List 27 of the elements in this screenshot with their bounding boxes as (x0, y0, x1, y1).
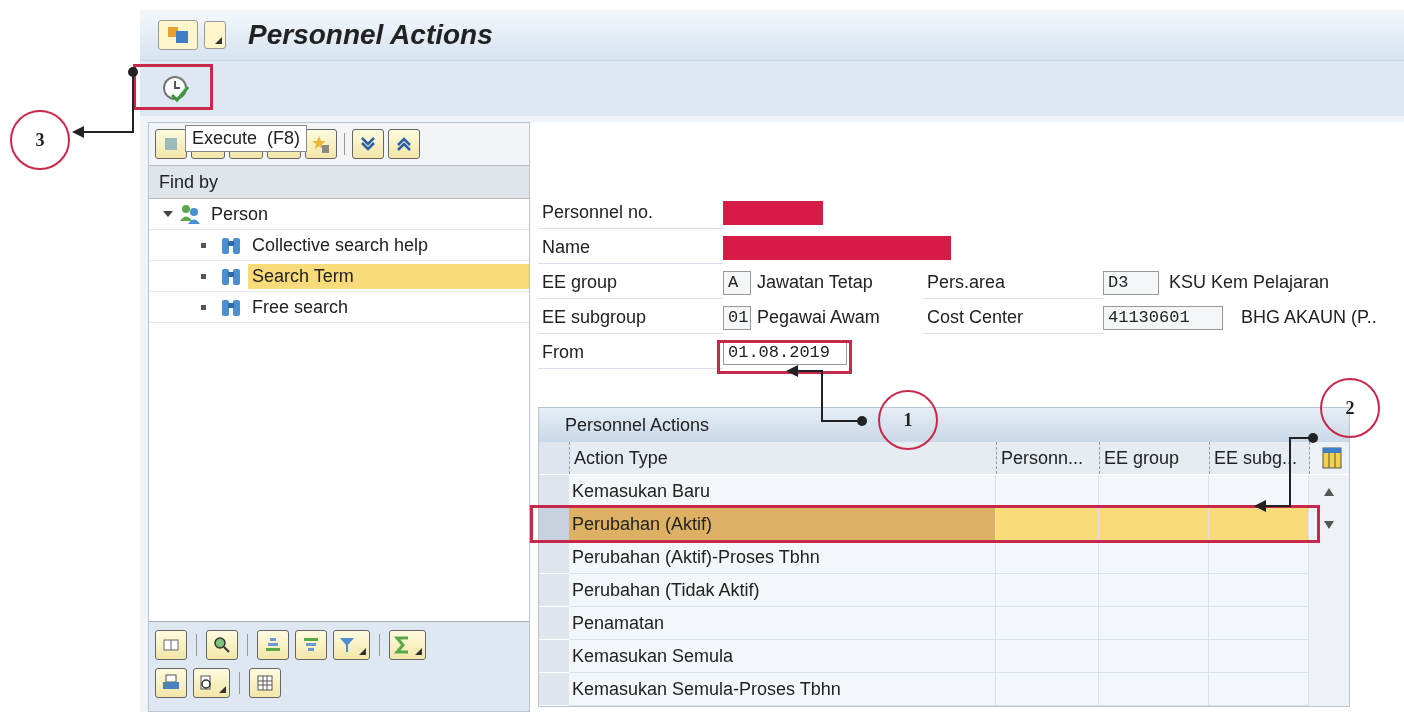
table-cell: Perubahan (Tidak Aktif) (569, 574, 996, 607)
code-field[interactable]: 41130601 (1103, 305, 1223, 330)
callout-number: 2 (1320, 378, 1380, 438)
table-cell: Penamatan (569, 607, 996, 640)
field-value: Pegawai Awam (756, 307, 881, 328)
field-value: BHG AKAUN (P.. (1240, 307, 1377, 328)
code-field[interactable]: D3 (1103, 270, 1159, 295)
table-cell: Perubahan (Aktif)-Proses Tbhn (569, 541, 996, 574)
field-value: KSU Kem Pelajaran (1168, 272, 1330, 293)
table-cell: Perubahan (Aktif) (569, 508, 996, 541)
code-field[interactable]: 01 (723, 305, 751, 330)
tree-item[interactable]: Search Term (248, 263, 529, 289)
tree-item[interactable]: Collective search help (248, 232, 433, 258)
column-header[interactable]: Personn... (996, 442, 1099, 474)
field-value: Jawatan Tetap (756, 272, 874, 293)
table-cell: Kemasukan Semula-Proses Tbhn (569, 673, 996, 706)
column-header[interactable]: EE group (1099, 442, 1209, 474)
tooltip: Execute (F8) (185, 125, 308, 152)
column-header: Find by (149, 165, 529, 199)
tree-node[interactable]: Person (207, 201, 273, 227)
column-header[interactable]: Action Type (569, 442, 996, 474)
callout-number: 3 (10, 110, 70, 170)
table-cell: Kemasukan Semula (569, 640, 996, 673)
window-title: Personnel Actions (248, 19, 493, 51)
tree-item[interactable]: Free search (248, 294, 353, 320)
callout-number: 1 (878, 390, 938, 450)
code-field[interactable]: A (723, 270, 751, 295)
